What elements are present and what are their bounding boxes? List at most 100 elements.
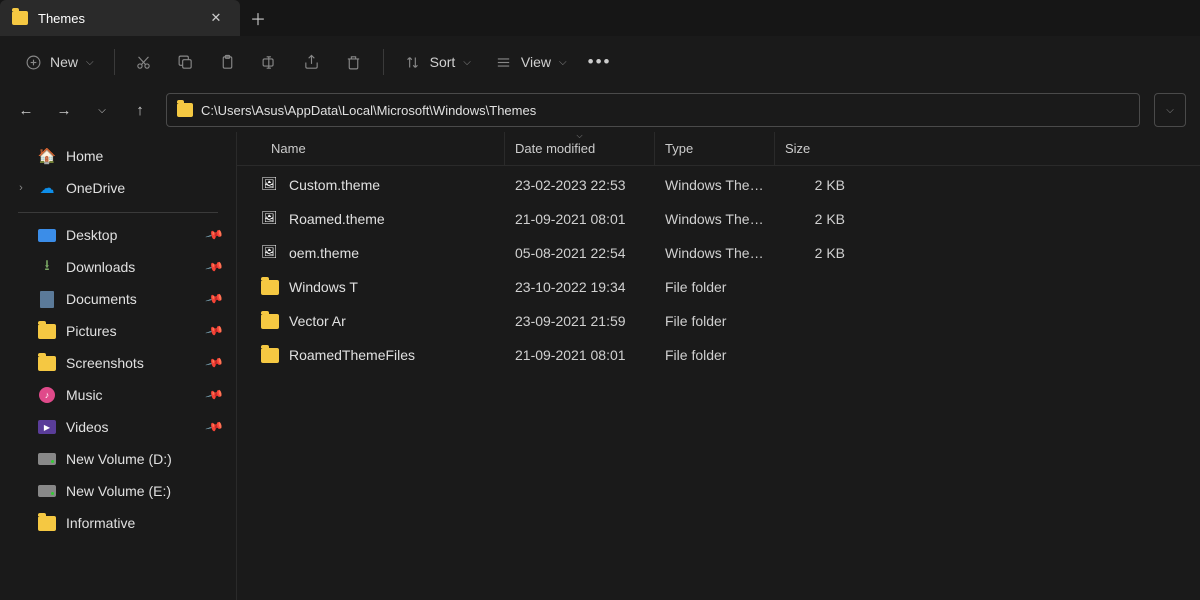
sidebar: 🏠 Home › ☁ OneDrive Desktop📌⭳Downloads📌D… <box>0 132 236 600</box>
cloud-icon: ☁ <box>38 179 56 197</box>
sort-button[interactable]: Sort ⌵ <box>394 45 481 79</box>
sidebar-item-label: Informative <box>66 515 135 531</box>
file-size: 2 KB <box>775 211 855 227</box>
address-dropdown[interactable]: ⌵ <box>1154 93 1186 127</box>
folder-icon <box>261 348 279 363</box>
navigation-bar: ← → ⌵ ↑ C:\Users\Asus\AppData\Local\Micr… <box>0 88 1200 132</box>
sidebar-item-quick[interactable]: New Volume (E:) <box>6 475 230 507</box>
sidebar-item-home[interactable]: 🏠 Home <box>6 140 230 172</box>
file-date: 23-10-2022 19:34 <box>505 279 655 295</box>
chevron-down-icon: ⌵ <box>463 57 471 68</box>
video-icon: ▶ <box>38 418 56 436</box>
file-type: Windows Them... <box>655 245 775 261</box>
file-name: RoamedThemeFiles <box>289 347 415 363</box>
column-type[interactable]: Type <box>655 132 775 165</box>
sidebar-item-quick[interactable]: ⭳Downloads📌 <box>6 251 230 283</box>
tab-active[interactable]: Themes ✕ <box>0 0 240 36</box>
music-icon: ♪ <box>38 386 56 404</box>
sidebar-item-label: Screenshots <box>66 355 144 371</box>
tab-title: Themes <box>38 11 194 26</box>
sidebar-item-quick[interactable]: Documents 📌 <box>6 283 230 315</box>
cut-icon <box>135 53 153 71</box>
sidebar-item-quick[interactable]: Pictures📌 <box>6 315 230 347</box>
column-date[interactable]: ⌵Date modified <box>505 132 655 165</box>
folder-icon <box>12 11 28 25</box>
view-label: View <box>521 54 551 70</box>
pin-icon: 📌 <box>205 385 225 405</box>
file-date: 05-08-2021 22:54 <box>505 245 655 261</box>
sidebar-item-onedrive[interactable]: › ☁ OneDrive <box>6 172 230 204</box>
sidebar-item-quick[interactable]: Informative <box>6 507 230 539</box>
address-bar[interactable]: C:\Users\Asus\AppData\Local\Microsoft\Wi… <box>166 93 1140 127</box>
sidebar-item-label: New Volume (D:) <box>66 451 172 467</box>
sidebar-item-label: Pictures <box>66 323 117 339</box>
drive-icon <box>38 482 56 500</box>
theme-file-icon <box>261 210 279 228</box>
sort-indicator-icon: ⌵ <box>576 131 582 141</box>
separator <box>383 49 384 75</box>
rename-button[interactable] <box>251 45 289 79</box>
new-button[interactable]: New ⌵ <box>14 45 104 79</box>
theme-file-icon <box>261 244 279 262</box>
sidebar-item-label: Documents <box>66 291 137 307</box>
sidebar-item-quick[interactable]: Desktop📌 <box>6 219 230 251</box>
more-icon: ••• <box>591 53 609 71</box>
cut-button[interactable] <box>125 45 163 79</box>
view-button[interactable]: View ⌵ <box>485 45 577 79</box>
folder-icon <box>38 322 56 340</box>
sort-icon <box>404 53 422 71</box>
column-headers: Name ⌵Date modified Type Size <box>237 132 1200 166</box>
forward-button[interactable]: → <box>52 98 76 122</box>
sidebar-item-quick[interactable]: ▶Videos📌 <box>6 411 230 443</box>
new-tab-button[interactable]: ＋ <box>240 6 276 30</box>
pin-icon: 📌 <box>205 353 225 373</box>
sidebar-item-label: Desktop <box>66 227 117 243</box>
sidebar-item-label: Home <box>66 148 103 164</box>
sidebar-item-label: Downloads <box>66 259 135 275</box>
file-row[interactable]: Windows T23-10-2022 19:34File folder <box>237 270 1200 304</box>
pin-icon: 📌 <box>205 289 225 309</box>
file-date: 21-09-2021 08:01 <box>505 211 655 227</box>
sidebar-item-quick[interactable]: Screenshots 📌 <box>6 347 230 379</box>
drive-icon <box>38 450 56 468</box>
sidebar-item-label: New Volume (E:) <box>66 483 171 499</box>
folder-icon <box>38 354 56 372</box>
column-name[interactable]: Name <box>251 132 505 165</box>
file-date: 21-09-2021 08:01 <box>505 347 655 363</box>
recent-button[interactable]: ⌵ <box>90 98 114 122</box>
file-date: 23-09-2021 21:59 <box>505 313 655 329</box>
file-row[interactable]: RoamedThemeFiles 21-09-2021 08:01File fol… <box>237 338 1200 372</box>
sidebar-item-label: Videos <box>66 419 109 435</box>
file-row[interactable]: Custom.theme23-02-2023 22:53Windows Them… <box>237 168 1200 202</box>
pin-icon: 📌 <box>205 257 225 277</box>
rename-icon <box>261 53 279 71</box>
file-type: Windows Them... <box>655 211 775 227</box>
file-date: 23-02-2023 22:53 <box>505 177 655 193</box>
paste-button[interactable] <box>209 45 247 79</box>
folder-icon <box>38 514 56 532</box>
file-name: Vector Ar <box>289 313 346 329</box>
file-size: 2 KB <box>775 245 855 261</box>
file-name: Windows T <box>289 279 358 295</box>
sidebar-item-quick[interactable]: New Volume (D:) <box>6 443 230 475</box>
delete-button[interactable] <box>335 45 373 79</box>
column-size[interactable]: Size <box>775 132 855 165</box>
up-button[interactable]: ↑ <box>128 98 152 122</box>
file-row[interactable]: Roamed.theme21-09-2021 08:01Windows Them… <box>237 202 1200 236</box>
close-tab-button[interactable]: ✕ <box>204 6 228 30</box>
sidebar-item-quick[interactable]: ♪ Music 📌 <box>6 379 230 411</box>
title-bar: Themes ✕ ＋ <box>0 0 1200 36</box>
sidebar-item-label: OneDrive <box>66 180 125 196</box>
sidebar-item-label: Music <box>66 387 103 403</box>
file-row[interactable]: Vector Ar23-09-2021 21:59File folder <box>237 304 1200 338</box>
share-button[interactable] <box>293 45 331 79</box>
file-type: File folder <box>655 347 775 363</box>
file-name: oem.theme <box>289 245 359 261</box>
copy-icon <box>177 53 195 71</box>
address-path: C:\Users\Asus\AppData\Local\Microsoft\Wi… <box>201 103 536 118</box>
copy-button[interactable] <box>167 45 205 79</box>
more-button[interactable]: ••• <box>581 45 619 79</box>
back-button[interactable]: ← <box>14 98 38 122</box>
separator <box>18 212 218 213</box>
file-row[interactable]: oem.theme 05-08-2021 22:54Windows Them...… <box>237 236 1200 270</box>
